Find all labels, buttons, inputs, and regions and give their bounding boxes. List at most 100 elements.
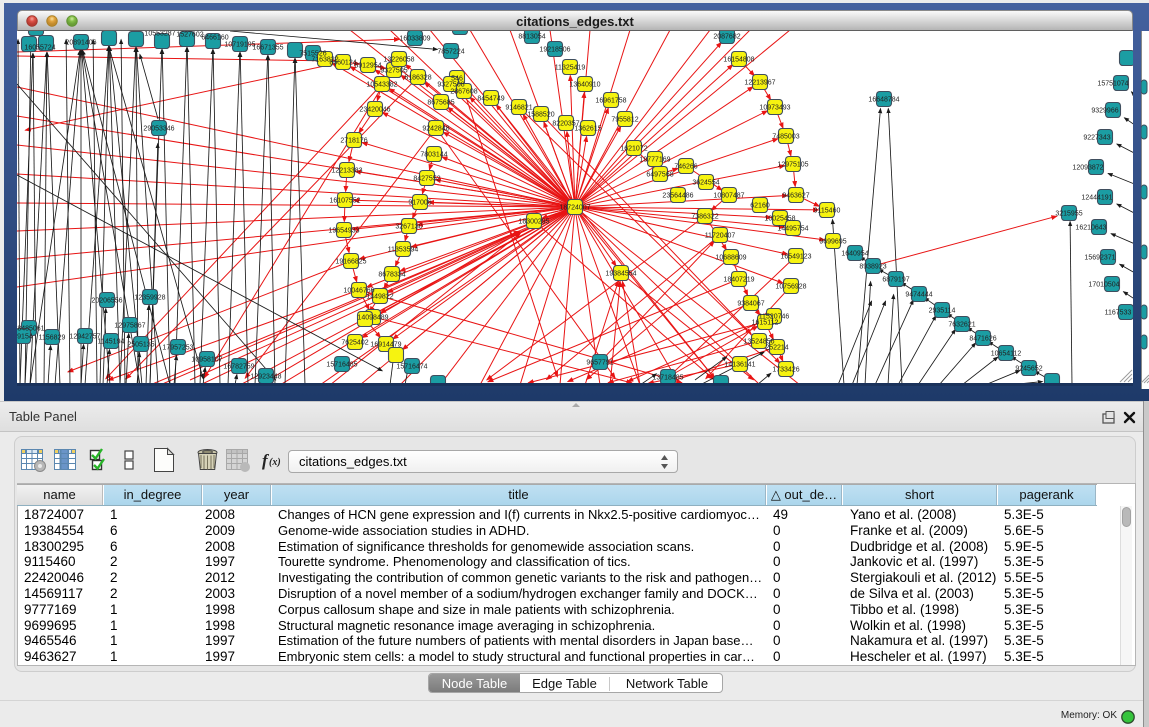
svg-text:8471626: 8471626 (969, 336, 996, 343)
svg-text:13640910: 13640910 (569, 82, 600, 89)
svg-text:7857224: 7857224 (437, 49, 464, 56)
svg-text:1527602: 1527602 (176, 32, 203, 39)
svg-text:1640954: 1640954 (841, 251, 868, 258)
svg-text:1449822: 1449822 (366, 294, 393, 301)
svg-text:14136141: 14136141 (724, 362, 755, 369)
svg-text:6466160: 6466160 (201, 35, 228, 42)
svg-text:12923448: 12923448 (250, 374, 281, 381)
svg-text:15716485: 15716485 (326, 362, 357, 369)
svg-text:9384067: 9384067 (737, 301, 764, 308)
svg-text:9463627: 9463627 (782, 193, 809, 200)
svg-text:13226058: 13226058 (383, 57, 414, 64)
svg-text:15716474: 15716474 (396, 364, 427, 371)
svg-text:6879197: 6879197 (882, 277, 909, 284)
svg-text:17010504: 17010504 (1088, 282, 1119, 289)
svg-text:10543382: 10543382 (366, 82, 397, 89)
svg-text:9227343: 9227343 (1083, 135, 1110, 142)
svg-text:16961758: 16961758 (595, 98, 626, 105)
svg-text:7632621: 7632621 (948, 322, 975, 329)
svg-text:9327508: 9327508 (437, 82, 464, 89)
svg-text:9329966: 9329966 (1091, 108, 1118, 115)
svg-text:8938923: 8938923 (859, 264, 886, 271)
svg-text:9699695: 9699695 (819, 239, 846, 246)
svg-text:(x): (x) (269, 457, 281, 468)
svg-text:16154808: 16154808 (723, 57, 754, 64)
svg-text:8660124: 8660124 (329, 60, 356, 67)
svg-text:19166825: 19166825 (335, 259, 366, 266)
svg-text:7386322: 7386322 (691, 214, 718, 221)
svg-text:16648784: 16648784 (868, 97, 899, 104)
svg-text:12975867: 12975867 (114, 323, 145, 330)
svg-text:9115460: 9115460 (814, 208, 841, 215)
svg-text:16914479: 16914479 (370, 342, 401, 349)
svg-text:20206556: 20206556 (91, 298, 122, 305)
svg-text:16055724: 16055724 (24, 45, 55, 52)
svg-text:16210643: 16210643 (1075, 225, 1106, 232)
svg-text:18300295: 18300295 (518, 219, 549, 226)
svg-text:12975105: 12975105 (777, 162, 808, 169)
svg-text:18724007: 18724007 (559, 205, 590, 212)
svg-text:12444191: 12444191 (1081, 195, 1112, 202)
svg-text:19654933: 19654933 (328, 228, 359, 235)
svg-text:9245652: 9245652 (1015, 366, 1042, 373)
svg-text:10553287: 10553287 (144, 31, 175, 38)
svg-text:252214: 252214 (765, 345, 788, 352)
svg-text:15692371: 15692371 (1084, 255, 1115, 262)
svg-text:20891406: 20891406 (65, 40, 96, 47)
svg-text:9146821: 9146821 (505, 105, 532, 112)
svg-text:19777169: 19777169 (639, 157, 670, 164)
svg-text:18485061: 18485061 (17, 326, 45, 333)
svg-text:14495754: 14495754 (777, 226, 808, 233)
svg-text:1588520: 1588520 (527, 112, 554, 119)
svg-text:10807487: 10807487 (713, 193, 744, 200)
svg-text:12942757: 12942757 (69, 334, 100, 341)
svg-text:746266: 746266 (674, 164, 697, 171)
svg-text:16107552: 16107552 (329, 198, 360, 205)
svg-text:12359928: 12359928 (134, 295, 165, 302)
svg-text:3215955: 3215955 (1055, 211, 1082, 218)
svg-text:2718176: 2718176 (340, 138, 367, 145)
svg-text:18407219: 18407219 (723, 277, 754, 284)
svg-text:2867608: 2867608 (450, 89, 477, 96)
svg-text:11325419: 11325419 (555, 65, 586, 72)
svg-text:10688609: 10688609 (715, 255, 746, 262)
svg-text:3624554: 3624554 (692, 180, 719, 187)
svg-text:16549123: 16549123 (780, 254, 811, 261)
svg-text:2505135: 2505135 (127, 342, 154, 349)
svg-text:1621072: 1621072 (620, 146, 647, 153)
svg-text:9242848: 9242848 (422, 126, 449, 133)
svg-text:1615112: 1615112 (752, 320, 779, 327)
svg-text:6497568: 6497568 (646, 172, 673, 179)
svg-text:9657791: 9657791 (586, 360, 613, 367)
svg-text:12213383: 12213383 (331, 168, 362, 175)
svg-text:13718485: 13718485 (652, 375, 683, 382)
svg-text:12213967: 12213967 (744, 80, 775, 87)
svg-text:1145194: 1145194 (98, 339, 125, 346)
svg-text:14098489: 14098489 (357, 315, 388, 322)
svg-text:7955812: 7955812 (611, 117, 638, 124)
svg-text:16033809: 16033809 (399, 36, 430, 43)
svg-text:19218506: 19218506 (539, 47, 570, 54)
svg-text:8186328: 8186328 (404, 75, 431, 82)
svg-text:10958107: 10958107 (191, 357, 222, 364)
svg-text:2935114: 2935114 (929, 308, 956, 315)
svg-text:10756928: 10756928 (775, 284, 806, 291)
svg-text:11353594: 11353594 (388, 247, 419, 254)
svg-text:1733426: 1733426 (772, 367, 799, 374)
svg-text:2087682: 2087682 (713, 34, 740, 41)
svg-text:8675685: 8675685 (427, 100, 454, 107)
svg-text:8454749: 8454749 (477, 96, 504, 103)
svg-text:8813054: 8813054 (518, 34, 545, 41)
svg-text:1167533: 1167533 (1105, 310, 1132, 317)
svg-text:3267130: 3267130 (395, 224, 422, 231)
svg-text:8912954: 8912954 (354, 63, 381, 70)
svg-text:10719195: 10719195 (224, 42, 255, 49)
svg-text:9474444: 9474444 (905, 292, 932, 299)
svg-text:9327505: 9327505 (380, 68, 407, 75)
svg-text:29053346: 29053346 (143, 126, 174, 133)
svg-text:917006: 917006 (408, 200, 431, 207)
svg-text:16782759: 16782759 (223, 364, 254, 371)
svg-text:62160: 62160 (750, 203, 770, 210)
svg-text:23564486: 23564486 (662, 193, 693, 200)
svg-text:15751074: 15751074 (1097, 81, 1128, 88)
